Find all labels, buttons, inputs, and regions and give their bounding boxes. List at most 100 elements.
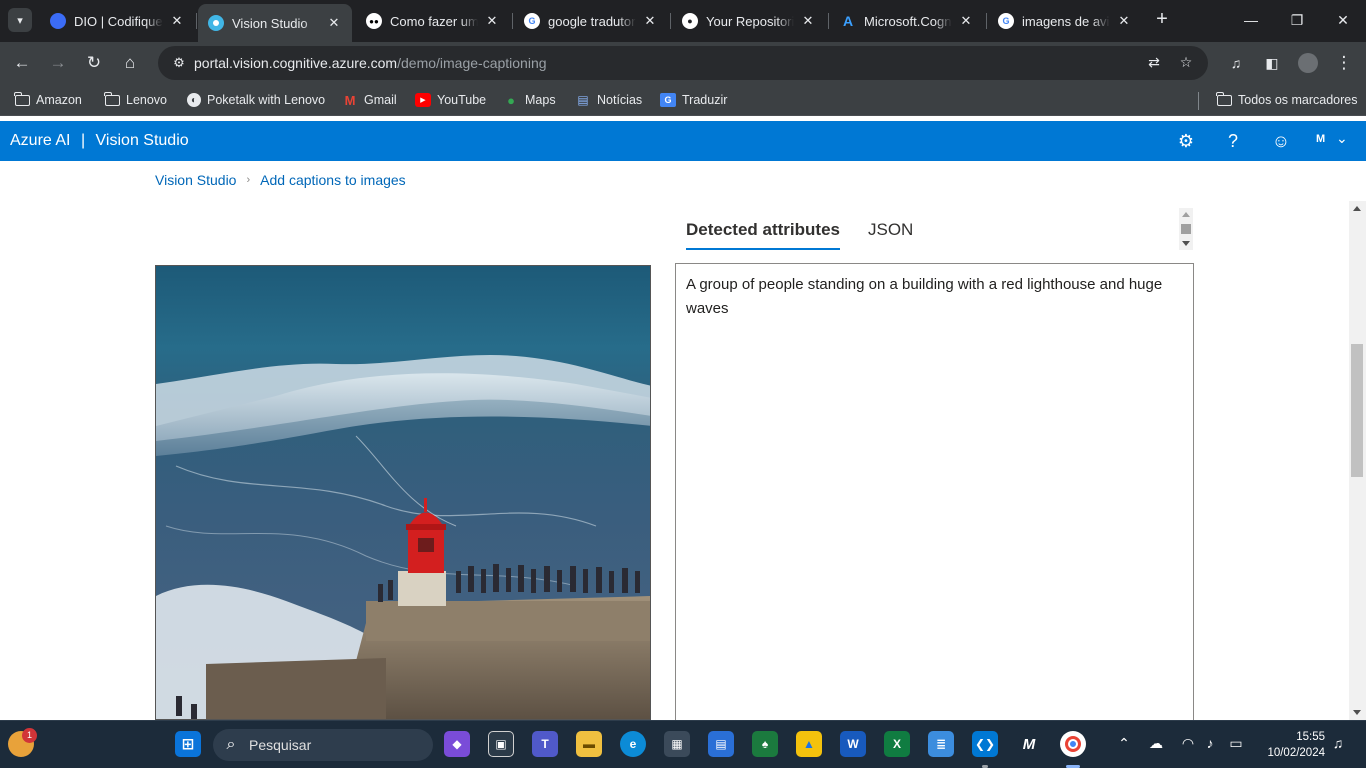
tab-microsoft-cognitive[interactable]: A Microsoft.Cognit ✕	[830, 6, 984, 36]
file-explorer-icon[interactable]: ▬	[576, 731, 602, 757]
maps-icon: ●	[507, 92, 515, 108]
close-window-button[interactable]: ✕	[1320, 6, 1366, 34]
tab-medium[interactable]: ●● Como fazer um I ✕	[356, 6, 510, 36]
media-control-icon[interactable]: ♫	[1224, 51, 1248, 75]
bookmark-youtube[interactable]: ▶ YouTube	[415, 91, 486, 109]
tab-google-tradutor[interactable]: G google tradutor ✕	[514, 6, 668, 36]
close-icon[interactable]: ✕	[1116, 13, 1132, 29]
help-icon[interactable]: ?	[1222, 130, 1244, 152]
folder-icon	[104, 91, 120, 107]
settings-gear-icon[interactable]: ⚙	[1175, 130, 1197, 152]
teams-icon[interactable]: T	[532, 731, 558, 757]
clock-time: 15:55	[1296, 731, 1325, 743]
onedrive-cloud-icon[interactable]: ☁	[1146, 735, 1166, 752]
breadcrumb-vision-studio[interactable]: Vision Studio	[155, 172, 236, 188]
tab-github[interactable]: ● Your Repositorie ✕	[672, 6, 826, 36]
bookmark-gmail[interactable]: M Gmail	[342, 91, 397, 109]
tab-title: Vision Studio	[232, 15, 308, 31]
scroll-down-icon[interactable]	[1353, 710, 1361, 715]
google-drive-icon[interactable]: ▲	[796, 731, 822, 757]
site-info-icon[interactable]: ⚙	[164, 55, 194, 71]
system-clock[interactable]: 15:55 10/02/2024	[1255, 729, 1325, 761]
search-icon: ⌕	[226, 736, 236, 753]
uploaded-image	[155, 265, 651, 720]
tab-dio[interactable]: DIO | Codifique o ✕	[40, 6, 195, 36]
tab-search-button[interactable]: ▾	[8, 8, 32, 32]
close-icon[interactable]: ✕	[642, 13, 658, 29]
tab-title: google tradutor	[548, 13, 636, 29]
bookmark-maps[interactable]: ● Maps	[503, 91, 556, 109]
solitaire-icon[interactable]: ♠	[752, 731, 778, 757]
tabs-scrollbar[interactable]	[1179, 208, 1193, 250]
bookmark-traduzir[interactable]: G Traduzir	[660, 91, 727, 109]
tab-vision-studio[interactable]: Vision Studio ✕	[198, 4, 352, 42]
chevron-up-icon[interactable]: ⌃	[1114, 735, 1134, 752]
chevron-right-icon: ›	[246, 174, 251, 186]
scroll-up-icon[interactable]	[1182, 212, 1190, 217]
restore-button[interactable]: ❐	[1274, 6, 1320, 34]
browser-toolbar: ← → ↻ ⌂ ⚙ portal.vision.cognitive.azure.…	[0, 42, 1366, 84]
tab-imagens-de-aviao[interactable]: G imagens de avião ✕	[988, 6, 1142, 36]
battery-icon[interactable]: ▭	[1226, 735, 1246, 752]
tab-title: DIO | Codifique o	[74, 13, 163, 29]
bookmark-amazon[interactable]: Amazon	[14, 91, 82, 109]
wifi-icon[interactable]: ◠	[1178, 735, 1198, 752]
bookmark-noticias[interactable]: ▤ Notícias	[575, 91, 642, 109]
bookmark-lenovo[interactable]: Lenovo	[104, 91, 167, 109]
app-title[interactable]: Azure AI | Vision Studio	[10, 132, 189, 150]
home-icon[interactable]: ⌂	[118, 51, 142, 75]
caption-text: A group of people standing on a building…	[686, 276, 1163, 317]
taskbar-search[interactable]: ⌕ Pesquisar	[213, 729, 433, 761]
page-scrollbar[interactable]	[1349, 201, 1366, 720]
chevron-down-icon[interactable]: ⌄	[1336, 130, 1348, 147]
bookmark-star-icon[interactable]: ☆	[1176, 54, 1196, 72]
excel-icon[interactable]: X	[884, 731, 910, 757]
menu-kebab-icon[interactable]: ⋮	[1332, 51, 1356, 75]
word-icon[interactable]: W	[840, 731, 866, 757]
tab-detected-attributes[interactable]: Detected attributes	[686, 220, 840, 250]
scroll-down-icon[interactable]	[1182, 241, 1190, 246]
back-icon[interactable]: ←	[10, 51, 34, 75]
notepad-icon[interactable]: ≣	[928, 731, 954, 757]
breadcrumb-add-captions[interactable]: Add captions to images	[260, 172, 406, 188]
vscode-icon[interactable]: ❮❯	[972, 731, 998, 757]
side-panel-icon[interactable]: ◧	[1260, 51, 1284, 75]
user-initial[interactable]: M	[1316, 133, 1325, 145]
new-tab-button[interactable]: +	[1151, 8, 1173, 32]
poketalk-icon: ◐	[187, 93, 201, 107]
edge-icon[interactable]: e	[620, 731, 646, 757]
close-icon[interactable]: ✕	[169, 13, 185, 29]
all-bookmarks[interactable]: Todos os marcadores	[1216, 91, 1358, 109]
folder-icon	[14, 91, 30, 107]
close-icon[interactable]: ✕	[958, 13, 974, 29]
profile-avatar[interactable]	[1296, 51, 1320, 75]
reload-icon[interactable]: ↻	[82, 51, 106, 75]
task-view-icon[interactable]: ▣	[488, 731, 514, 757]
scroll-up-icon[interactable]	[1353, 206, 1361, 211]
address-bar[interactable]: ⚙ portal.vision.cognitive.azure.com/demo…	[158, 46, 1208, 80]
tab-json[interactable]: JSON	[868, 220, 913, 250]
close-icon[interactable]: ✕	[326, 15, 342, 31]
chrome-icon[interactable]	[1060, 731, 1086, 757]
medium-app-icon[interactable]: M	[1016, 731, 1042, 757]
calculator-icon[interactable]: ▦	[664, 731, 690, 757]
windows-taskbar: 1 ⊞ ⌕ Pesquisar ◆ ▣ T ▬ e ▦ ▤ ♠ ▲ W X ≣ …	[0, 720, 1366, 768]
url-text[interactable]: portal.vision.cognitive.azure.com/demo/i…	[194, 55, 547, 71]
scrollbar-thumb[interactable]	[1351, 344, 1363, 477]
notification-bell-icon[interactable]: ♫	[1328, 735, 1348, 751]
google-icon: G	[524, 13, 540, 29]
bookmark-poketalk[interactable]: ◐ Poketalk with Lenovo	[187, 91, 325, 109]
windows-start-icon[interactable]: ⊞	[175, 731, 201, 757]
volume-icon[interactable]: ♪	[1200, 735, 1220, 751]
forward-icon[interactable]: →	[46, 51, 70, 75]
close-icon[interactable]: ✕	[484, 13, 500, 29]
azure-header: Azure AI | Vision Studio ⚙ ? ☺ M ⌄	[0, 121, 1366, 161]
google-icon: G	[998, 13, 1014, 29]
microsoft-store-icon[interactable]: ▤	[708, 731, 734, 757]
copilot-icon[interactable]: ◆	[444, 731, 470, 757]
close-icon[interactable]: ✕	[800, 13, 816, 29]
clock-date: 10/02/2024	[1267, 747, 1325, 759]
translate-page-icon[interactable]: ⇄	[1144, 54, 1164, 72]
minimize-button[interactable]: —	[1228, 6, 1274, 34]
feedback-smiley-icon[interactable]: ☺	[1270, 130, 1292, 152]
